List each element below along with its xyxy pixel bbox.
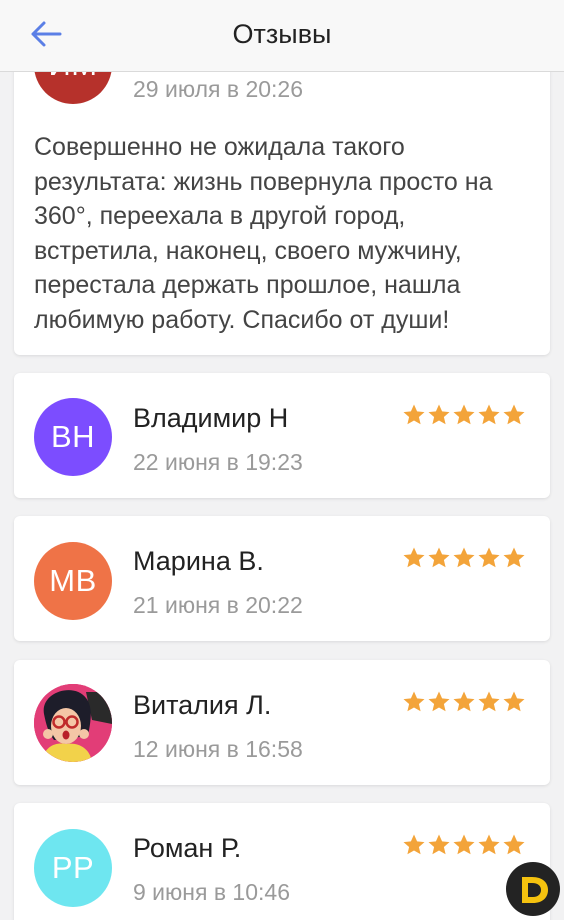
star-icon xyxy=(428,404,450,425)
star-icon xyxy=(403,547,425,568)
star-icon xyxy=(453,404,475,425)
review-card[interactable]: ВН Владимир Н 22 июня в 19:23 xyxy=(14,373,550,498)
rating-stars xyxy=(402,403,526,427)
review-card[interactable]: Виталия Л. 12 июня в 16:58 xyxy=(14,660,550,785)
review-text: Совершенно не ожидала такого результата:… xyxy=(34,133,493,334)
avatar-initials: МВ xyxy=(49,563,97,598)
review-date: 29 июля в 20:26 xyxy=(133,76,303,102)
star-icon xyxy=(503,404,525,425)
avatar: РР xyxy=(34,829,112,907)
review-date: 22 июня в 19:23 xyxy=(133,449,303,475)
reviewer-name: Роман Р. xyxy=(133,833,242,863)
star-icon xyxy=(503,834,525,855)
star-icon xyxy=(428,547,450,568)
reviewer-name: Марина В. xyxy=(133,546,264,576)
star-icon xyxy=(478,404,500,425)
star-icon xyxy=(403,691,425,712)
review-card[interactable]: МВ Марина В. 21 июня в 20:22 xyxy=(14,516,550,641)
review-card: ИМ 29 июля в 20:26 Совершенно не ожидала… xyxy=(14,26,550,355)
star-icon xyxy=(403,834,425,855)
logo-icon xyxy=(522,877,548,903)
avatar: ВН xyxy=(34,398,112,476)
portrait-image xyxy=(34,684,112,762)
rating-stars xyxy=(402,833,526,857)
star-icon xyxy=(503,547,525,568)
star-icon xyxy=(453,547,475,568)
rating-stars xyxy=(402,546,526,570)
star-icon xyxy=(478,834,500,855)
review-date: 9 июня в 10:46 xyxy=(133,879,290,905)
star-icon xyxy=(428,691,450,712)
reviewer-name: Виталия Л. xyxy=(133,690,272,720)
avatar-initials: ВН xyxy=(50,419,96,454)
review-date: 21 июня в 20:22 xyxy=(133,592,303,618)
avatar-initials: РР xyxy=(51,850,95,885)
star-icon xyxy=(478,691,500,712)
reviewer-name: Владимир Н xyxy=(133,403,289,433)
top-bar: Отзывы xyxy=(0,0,564,72)
star-icon xyxy=(428,834,450,855)
star-icon xyxy=(478,547,500,568)
app-logo[interactable] xyxy=(506,862,560,916)
star-icon xyxy=(453,691,475,712)
avatar-photo xyxy=(34,684,112,762)
star-icon xyxy=(503,691,525,712)
reviews-list[interactable]: ИМ 29 июля в 20:26 Совершенно не ожидала… xyxy=(0,0,564,920)
avatar: МВ xyxy=(34,542,112,620)
rating-stars xyxy=(402,690,526,714)
star-icon xyxy=(453,834,475,855)
star-icon xyxy=(403,404,425,425)
review-date: 12 июня в 16:58 xyxy=(133,736,303,762)
review-card[interactable]: РР Роман Р. 9 июня в 10:46 xyxy=(14,803,550,920)
page-title: Отзывы xyxy=(232,19,332,49)
